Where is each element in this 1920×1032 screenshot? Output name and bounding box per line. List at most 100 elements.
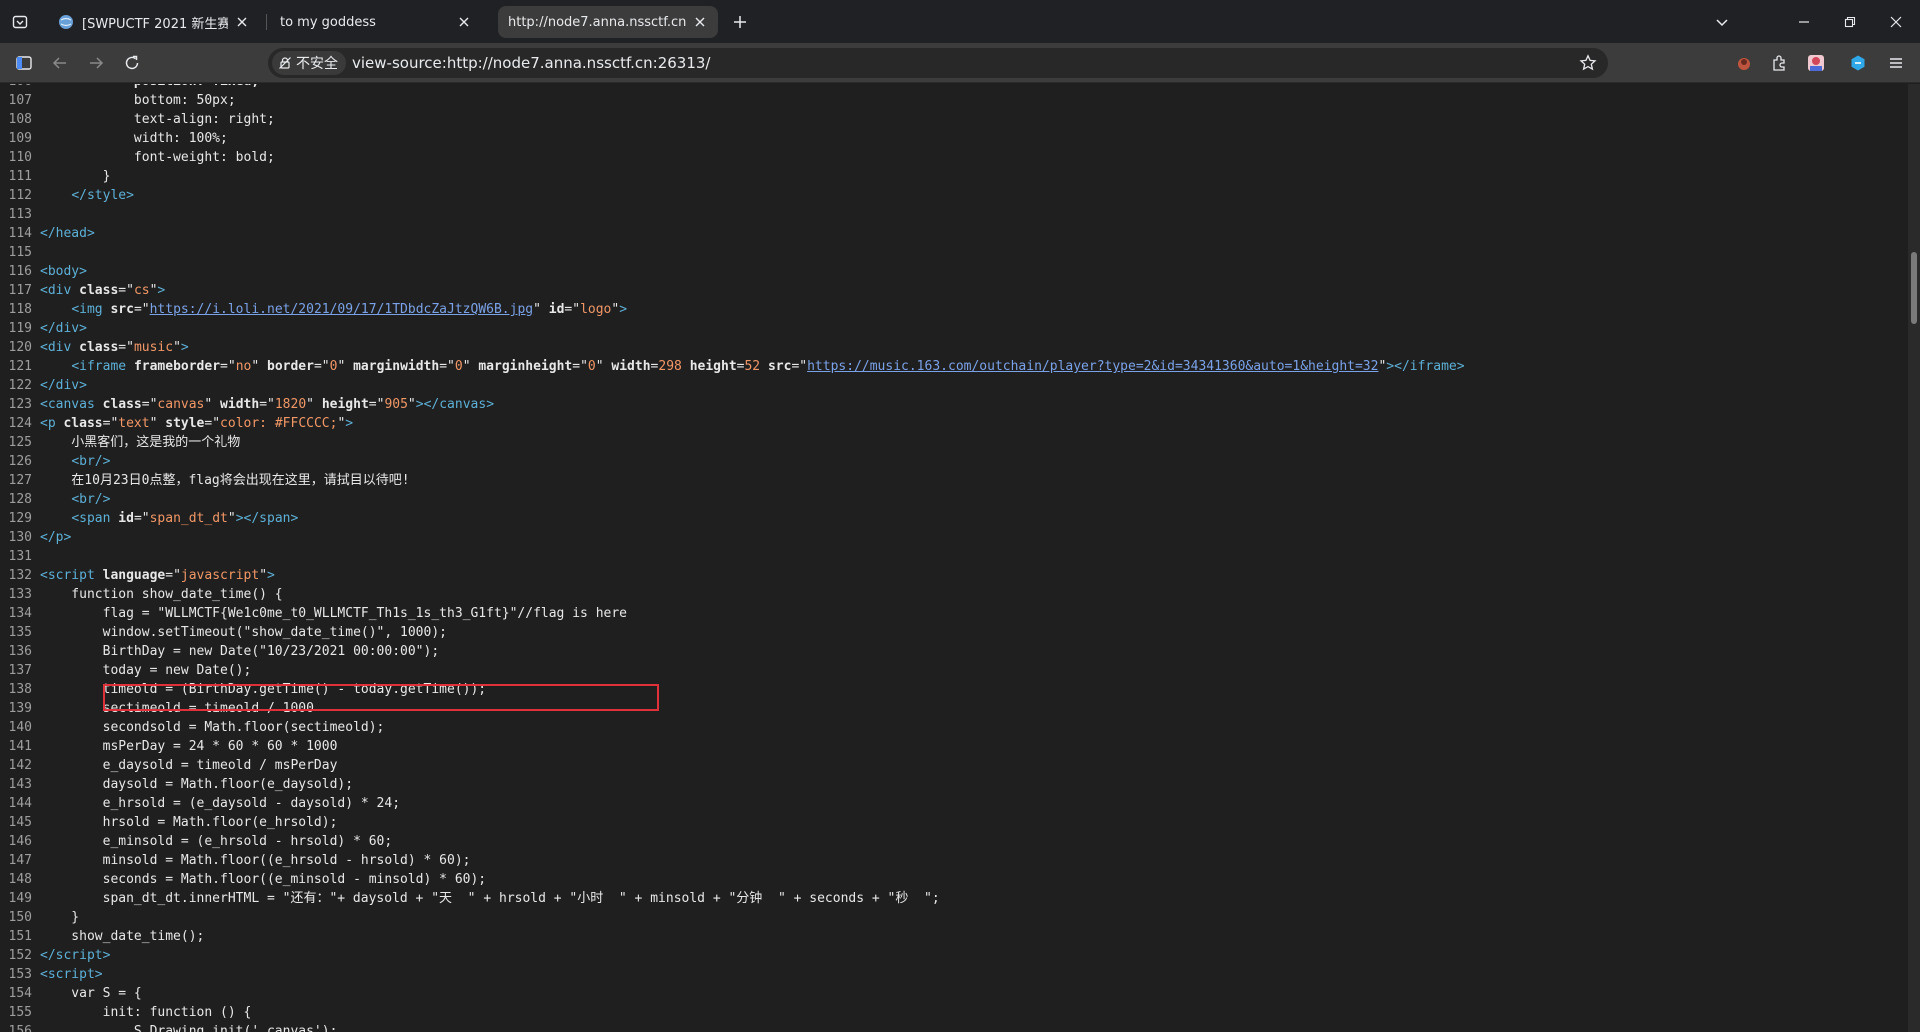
source-line: 117 <div class="cs"> xyxy=(0,281,1908,300)
line-number: 116 xyxy=(8,264,32,279)
line-code: show_date_time(); xyxy=(40,929,205,944)
globe-favicon-icon xyxy=(59,15,73,29)
line-code: window.setTimeout("show_date_time()", 10… xyxy=(40,625,447,640)
line-number: 124 xyxy=(8,416,32,431)
source-line: 135 window.setTimeout("show_date_time()"… xyxy=(0,623,1908,642)
source-line: 138 timeold = (BirthDay.getTime() - toda… xyxy=(0,680,1908,699)
line-code: <script language="javascript"> xyxy=(40,568,275,583)
line-code: function show_date_time() { xyxy=(40,587,283,602)
line-code: position: fixed; xyxy=(40,84,259,91)
line-number: 125 xyxy=(8,435,32,450)
source-line: 145 hrsold = Math.floor(e_hrsold); xyxy=(0,813,1908,832)
source-line: 109 width: 100%; xyxy=(0,129,1908,148)
line-code: </head> xyxy=(40,226,95,241)
sidebar-toggle-button[interactable] xyxy=(12,51,36,75)
source-line: 156 S.Drawing.init('.canvas'); xyxy=(0,1022,1908,1032)
source-line: 148 seconds = Math.floor((e_minsold - mi… xyxy=(0,870,1908,889)
hamburger-menu-icon xyxy=(1890,58,1902,68)
line-number: 111 xyxy=(8,169,32,184)
line-code: 小黑客们，这是我的一个礼物 xyxy=(40,435,241,450)
source-line: 127 在10月23日0点整，flag将会出现在这里，请拭目以待吧! xyxy=(0,471,1908,490)
reload-button[interactable] xyxy=(120,51,144,75)
source-line: 110 font-weight: bold; xyxy=(0,148,1908,167)
line-code: </p> xyxy=(40,530,72,545)
line-number: 144 xyxy=(8,796,32,811)
line-code: <div class="cs"> xyxy=(40,283,166,298)
line-number: 130 xyxy=(8,530,32,545)
address-bar[interactable]: 不安全 view-source:http://node7.anna.nssctf… xyxy=(268,48,1608,78)
source-line: 150 } xyxy=(0,908,1908,927)
source-line: 115 xyxy=(0,243,1908,262)
source-line: 153 <script> xyxy=(0,965,1908,984)
source-line: 122 </div> xyxy=(0,376,1908,395)
line-number: 109 xyxy=(8,131,32,146)
source-line: 131 xyxy=(0,547,1908,566)
minimize-icon xyxy=(1799,21,1809,23)
line-code: } xyxy=(40,910,80,925)
source-line: 116 <body> xyxy=(0,262,1908,281)
tab-list-button[interactable] xyxy=(1708,8,1736,36)
line-code: BirthDay = new Date("10/23/2021 00:00:00… xyxy=(40,644,440,659)
line-code: } xyxy=(40,169,111,184)
tab-actions-button[interactable] xyxy=(8,10,32,34)
line-code: span_dt_dt.innerHTML = "还有："+ daysold + … xyxy=(40,891,940,906)
line-code: hrsold = Math.floor(e_hrsold); xyxy=(40,815,338,830)
bookmark-button[interactable] xyxy=(1576,51,1600,75)
tab-goddess[interactable]: to my goddess xyxy=(270,6,482,38)
restore-button[interactable] xyxy=(1836,8,1864,36)
extensions-button[interactable] xyxy=(1768,51,1792,75)
source-line: 132 <script language="javascript"> xyxy=(0,566,1908,585)
close-tab-icon[interactable] xyxy=(456,14,472,30)
close-tab-icon[interactable] xyxy=(234,14,250,30)
line-code: bottom: 50px; xyxy=(40,93,236,108)
line-code: var S = { xyxy=(40,986,142,1001)
line-number: 114 xyxy=(8,226,32,241)
new-tab-button[interactable] xyxy=(728,10,752,34)
extension-button-2[interactable] xyxy=(1846,51,1870,75)
line-number: 152 xyxy=(8,948,32,963)
profile-avatar-button[interactable] xyxy=(1804,51,1828,75)
line-code: <span id="span_dt_dt"></span> xyxy=(71,511,299,526)
line-number: 143 xyxy=(8,777,32,792)
line-number: 146 xyxy=(8,834,32,849)
line-number: 150 xyxy=(8,910,32,925)
source-lines: 106 position: fixed;107 bottom: 50px;108… xyxy=(0,84,1908,1032)
source-line: 141 msPerDay = 24 * 60 * 60 * 1000 xyxy=(0,737,1908,756)
close-window-button[interactable] xyxy=(1882,8,1910,36)
line-number: 140 xyxy=(8,720,32,735)
source-line: 108 text-align: right; xyxy=(0,110,1908,129)
back-button[interactable] xyxy=(48,51,72,75)
vertical-scrollbar[interactable] xyxy=(1908,84,1920,1032)
line-number: 149 xyxy=(8,891,32,906)
line-code: secondsold = Math.floor(sectimeold); xyxy=(40,720,385,735)
line-number: 132 xyxy=(8,568,32,583)
line-code: <br/> xyxy=(71,492,111,507)
line-number: 148 xyxy=(8,872,32,887)
line-code: S.Drawing.init('.canvas'); xyxy=(40,1024,338,1032)
line-code: flag = "WLLMCTF{We1c0me_t0_WLLMCTF_Th1s_… xyxy=(40,606,627,621)
source-line: 119 </div> xyxy=(0,319,1908,338)
minimize-button[interactable] xyxy=(1790,8,1818,36)
extension-button-1[interactable] xyxy=(1732,51,1756,75)
line-number: 151 xyxy=(8,929,32,944)
close-tab-icon[interactable] xyxy=(692,14,708,30)
plus-icon xyxy=(734,16,746,28)
tab-view-source[interactable]: http://node7.anna.nssctf.cn:2631 xyxy=(498,6,718,38)
line-number: 126 xyxy=(8,454,32,469)
line-code: minsold = Math.floor((e_hrsold - hrsold)… xyxy=(40,853,471,868)
extension-mascot-icon xyxy=(1738,58,1750,70)
security-chip[interactable]: 不安全 xyxy=(272,51,346,75)
source-line: 149 span_dt_dt.innerHTML = "还有："+ daysol… xyxy=(0,889,1908,908)
tab-gift[interactable]: [SWPUCTF 2021 新生赛]gift_F xyxy=(48,6,260,38)
url-text[interactable]: view-source:http://node7.anna.nssctf.cn:… xyxy=(352,48,710,78)
line-number: 136 xyxy=(8,644,32,659)
forward-button[interactable] xyxy=(84,51,108,75)
source-line: 146 e_minsold = (e_hrsold - hrsold) * 60… xyxy=(0,832,1908,851)
line-number: 145 xyxy=(8,815,32,830)
browser-menu-button[interactable] xyxy=(1884,51,1908,75)
line-code: timeold = (BirthDay.getTime() - today.ge… xyxy=(40,682,487,697)
source-line: 137 today = new Date(); xyxy=(0,661,1908,680)
line-number: 121 xyxy=(8,359,32,374)
scrollbar-thumb[interactable] xyxy=(1911,252,1917,324)
source-line: 133 function show_date_time() { xyxy=(0,585,1908,604)
